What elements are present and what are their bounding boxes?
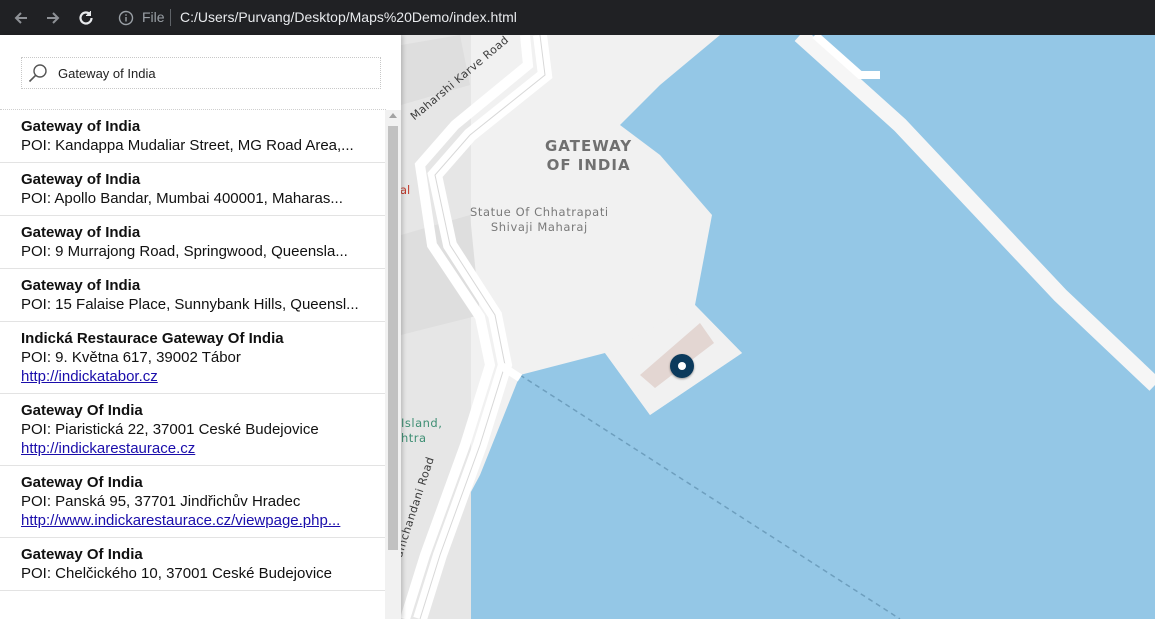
location-marker-icon[interactable]: [670, 354, 694, 378]
map-label-statue-line1: Statue Of Chhatrapati: [470, 205, 609, 219]
result-address: POI: 15 Falaise Place, Sunnybank Hills, …: [21, 296, 359, 313]
result-title: Gateway Of India: [21, 402, 143, 419]
result-address: POI: Kandappa Mudaliar Street, MG Road A…: [21, 137, 354, 154]
result-address: POI: Apollo Bandar, Mumbai 400001, Mahar…: [21, 190, 343, 207]
back-arrow-icon[interactable]: [10, 7, 32, 29]
result-title: Gateway of India: [21, 171, 141, 188]
results-list: Gateway of India POI: Kandappa Mudaliar S…: [0, 110, 385, 619]
map-label-gateway-line2: OF INDIA: [546, 156, 631, 174]
scroll-thumb[interactable]: [388, 126, 398, 550]
map-label-island: Island, htra: [401, 416, 442, 446]
result-item[interactable]: Gateway of India POI: Apollo Bandar, Mumb…: [0, 163, 385, 216]
result-item[interactable]: Gateway of India POI: Kandappa Mudaliar S…: [0, 110, 385, 163]
map-label-statue-line2: Shivaji Maharaj: [490, 220, 588, 234]
result-link[interactable]: http://indickarestaurace.cz: [21, 439, 364, 458]
result-item[interactable]: Gateway of India POI: 9 Murrajong Road, S…: [0, 216, 385, 269]
search-icon: [28, 64, 47, 83]
map-label-island-line2: htra: [401, 431, 427, 445]
scroll-up-arrow-icon[interactable]: [389, 113, 397, 118]
result-address: POI: Chelčického 10, 37001 Ceské Budejov…: [21, 565, 333, 582]
result-title: Gateway of India: [21, 277, 141, 294]
result-address: POI: 9 Murrajong Road, Springwood, Queen…: [21, 243, 348, 260]
map-label-statue: Statue Of Chhatrapati Shivaji Maharaj: [470, 205, 609, 235]
result-item[interactable]: Gateway Of India POI: Piaristická 22, 370…: [0, 394, 385, 466]
search-panel: Gateway of India POI: Kandappa Mudaliar S…: [0, 35, 401, 619]
result-address: POI: Panská 95, 37701 Jindřichův Hradec: [21, 493, 301, 510]
result-link[interactable]: http://www.indickarestaurace.cz/viewpage…: [21, 511, 364, 530]
url-separator: [170, 9, 171, 26]
url-text[interactable]: C:/Users/Purvang/Desktop/Maps%20Demo/ind…: [180, 9, 517, 25]
result-address: POI: Piaristická 22, 37001 Ceské Budejov…: [21, 421, 319, 438]
result-link[interactable]: http://indickatabor.cz: [21, 367, 364, 386]
result-item[interactable]: Indická Restaurace Gateway Of India POI: …: [0, 322, 385, 394]
file-scheme-label: File: [142, 9, 165, 25]
browser-toolbar: File C:/Users/Purvang/Desktop/Maps%20Dem…: [0, 0, 1155, 35]
map-label-island-line1: Island,: [401, 416, 443, 430]
result-title: Gateway of India: [21, 224, 141, 241]
search-box[interactable]: [21, 57, 381, 89]
forward-arrow-icon[interactable]: [42, 7, 64, 29]
result-item[interactable]: Gateway Of India POI: Panská 95, 37701 Ji…: [0, 466, 385, 538]
result-title: Gateway Of India: [21, 546, 143, 563]
result-title: Indická Restaurace Gateway Of India: [21, 330, 284, 347]
results-scrollbar[interactable]: [385, 110, 401, 619]
map-label-partial: al: [400, 183, 411, 197]
result-item[interactable]: Gateway of India POI: 15 Falaise Place, S…: [0, 269, 385, 322]
map-label-gateway: GATEWAY OF INDIA: [545, 137, 632, 175]
result-title: Gateway Of India: [21, 474, 143, 491]
search-input[interactable]: [58, 64, 368, 82]
result-address: POI: 9. Května 617, 39002 Tábor: [21, 349, 241, 366]
result-title: Gateway of India: [21, 118, 141, 135]
info-icon[interactable]: [118, 10, 134, 26]
reload-icon[interactable]: [75, 7, 97, 29]
map-label-gateway-line1: GATEWAY: [545, 137, 633, 155]
result-item[interactable]: Gateway Of India POI: Chelčického 10, 370…: [0, 538, 385, 591]
